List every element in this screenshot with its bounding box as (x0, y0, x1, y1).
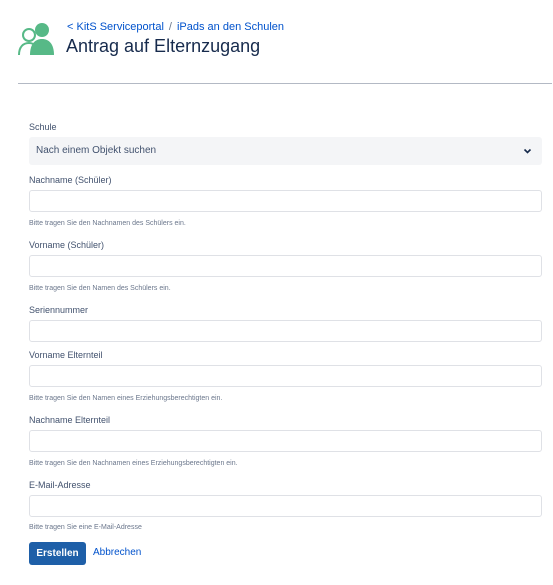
breadcrumb-separator: / (168, 21, 172, 33)
schule-select[interactable]: Nach einem Objekt suchen (29, 137, 542, 165)
vorname-schueler-input[interactable] (29, 255, 542, 277)
vorname-elternteil-label: Vorname Elternteil (29, 350, 103, 360)
schule-label: Schule (29, 122, 57, 132)
email-input[interactable] (29, 495, 542, 517)
breadcrumb-portal-link[interactable]: < KitS Serviceportal (67, 21, 164, 33)
breadcrumb: < KitS Serviceportal / iPads an den Schule… (67, 21, 284, 33)
breadcrumb-project-link[interactable]: iPads an den Schulen (177, 21, 284, 33)
vorname-elternteil-help: Bitte tragen Sie den Namen eines Erziehu… (29, 395, 223, 402)
seriennummer-label: Seriennummer (29, 305, 89, 315)
request-page: < KitS Serviceportal / iPads an den Schule… (0, 0, 553, 585)
vorname-schueler-help: Bitte tragen Sie den Namen des Schülers … (29, 285, 171, 292)
seriennummer-input[interactable] (29, 320, 542, 342)
email-help: Bitte tragen Sie eine E-Mail-Adresse (29, 524, 142, 531)
nachname-elternteil-input[interactable] (29, 430, 542, 452)
vorname-elternteil-input[interactable] (29, 365, 542, 387)
email-label: E-Mail-Adresse (29, 480, 91, 490)
nachname-schueler-label: Nachname (Schüler) (29, 175, 112, 185)
page-header: < KitS Serviceportal / iPads an den Schule… (0, 0, 553, 84)
header-divider (18, 83, 552, 84)
nachname-elternteil-label: Nachname Elternteil (29, 415, 111, 425)
schule-select-placeholder: Nach einem Objekt suchen (36, 145, 157, 156)
nachname-schueler-help: Bitte tragen Sie den Nachnamen des Schül… (29, 220, 186, 227)
users-icon (18, 23, 54, 56)
vorname-schueler-label: Vorname (Schüler) (29, 240, 105, 250)
nachname-elternteil-help: Bitte tragen Sie den Nachnamen eines Erz… (29, 460, 238, 467)
abbrechen-link[interactable]: Abbrechen (93, 547, 141, 558)
nachname-schueler-input[interactable] (29, 190, 542, 212)
page-title: Antrag auf Elternzugang (66, 36, 261, 56)
chevron-down-icon (523, 148, 532, 154)
erstellen-button[interactable]: Erstellen (29, 542, 86, 565)
